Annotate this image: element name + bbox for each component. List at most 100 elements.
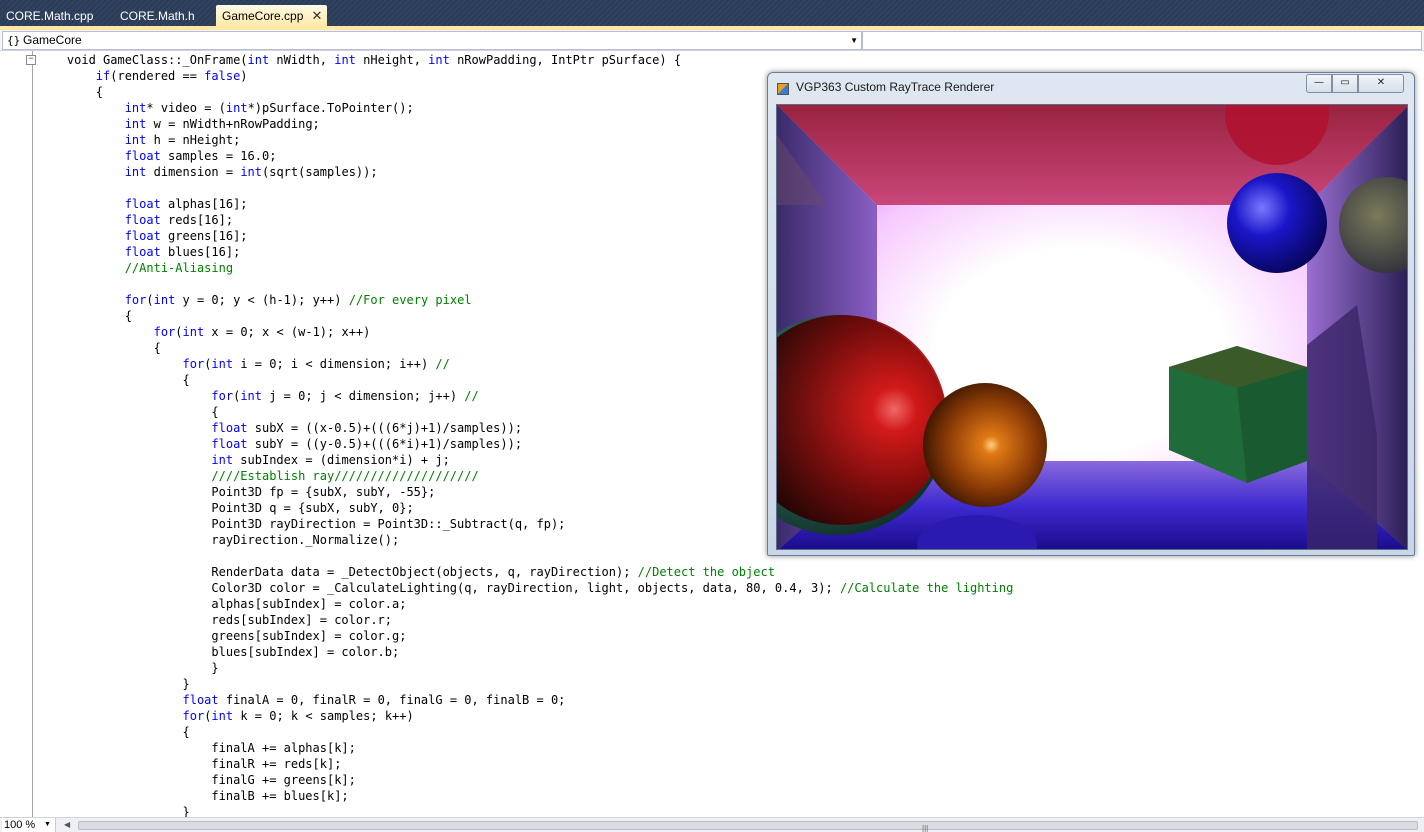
code-text: } (38, 805, 190, 817)
code-text: i = 0; i < dimension; i++) (233, 357, 436, 371)
code-text: alphas[subIndex] = color.a; (38, 597, 407, 611)
code-text: samples = 16.0; (160, 149, 277, 163)
code-line: void GameClass::_OnFrame(int nWidth, int… (38, 52, 1013, 68)
code-text: ) (240, 69, 248, 83)
code-keyword: int (225, 101, 248, 115)
code-keyword: int (211, 709, 234, 723)
close-icon[interactable]: ✕ (311, 5, 322, 27)
code-line: reds[subIndex] = color.r; (38, 612, 1013, 628)
code-line: } (38, 676, 1013, 692)
tab-label: CORE.Math.cpp (6, 9, 94, 23)
scope-label: GameCore (23, 33, 82, 47)
minimize-icon: — (1314, 77, 1324, 88)
code-line: finalB += blues[k]; (38, 788, 1013, 804)
code-text: ( (175, 325, 183, 339)
code-comment: // (435, 357, 450, 371)
code-text: greens[subIndex] = color.g; (38, 629, 407, 643)
code-text: reds[subIndex] = color.r; (38, 613, 393, 627)
code-line: greens[subIndex] = color.g; (38, 628, 1013, 644)
code-text: (rendered == (110, 69, 205, 83)
zoom-level-value: 100 % (4, 819, 36, 831)
code-text: subX = ((x-0.5)+(((6*j)+1)/samples)); (247, 421, 523, 435)
code-line: finalG += greens[k]; (38, 772, 1013, 788)
code-text: { (38, 341, 161, 355)
code-text: RenderData data = _DetectObject(objects,… (38, 565, 638, 579)
code-comment: //Calculate the lighting (839, 581, 1014, 595)
app-icon (777, 83, 789, 95)
horizontal-scrollbar-thumb[interactable]: ||| (78, 821, 1418, 832)
code-text: } (38, 661, 219, 675)
code-text: { (38, 85, 104, 99)
code-comment: //Anti-Aliasing (124, 261, 234, 275)
code-keyword: int (211, 357, 234, 371)
code-keyword: int (124, 101, 147, 115)
tab-core-math-h[interactable]: CORE.Math.h (114, 5, 201, 27)
scroll-left-arrow-icon[interactable]: ◀ (64, 818, 70, 832)
code-text: w = nWidth+nRowPadding; (146, 117, 320, 131)
maximize-button[interactable]: ▭ (1332, 74, 1358, 93)
code-text: void GameClass::_OnFrame( (38, 53, 248, 67)
code-keyword: float (124, 245, 161, 259)
code-text: (sqrt(samples)); (262, 165, 378, 179)
namespace-icon: {} (7, 34, 21, 47)
code-text: finalA += alphas[k]; (38, 741, 356, 755)
code-text: *)pSurface.ToPointer(); (247, 101, 414, 115)
code-text: subIndex = (dimension*i) + j; (233, 453, 450, 467)
code-text: Point3D q = {subX, subY, 0}; (38, 501, 414, 515)
close-button[interactable]: ✕ (1358, 74, 1404, 93)
code-keyword: float (211, 437, 248, 451)
code-text: reds[16]; (160, 213, 234, 227)
code-line: } (38, 660, 1013, 676)
code-line: RenderData data = _DetectObject(objects,… (38, 564, 1013, 580)
code-keyword: for (182, 357, 205, 371)
editor-status-bar: 100 % ▼ ◀ ||| (0, 817, 1424, 832)
raytrace-render-image (776, 104, 1408, 550)
code-keyword: if (95, 69, 111, 83)
code-text: greens[16]; (160, 229, 248, 243)
code-line: } (38, 804, 1013, 817)
outline-margin (32, 51, 33, 817)
orange-sphere (923, 383, 1047, 507)
code-keyword: int (240, 389, 262, 403)
code-keyword: int (334, 53, 356, 67)
code-text: alphas[16]; (160, 197, 248, 211)
code-keyword: for (124, 293, 147, 307)
close-icon: ✕ (1376, 77, 1386, 88)
tab-gamecore-cpp[interactable]: GameCore.cpp ✕ (216, 5, 328, 27)
maximize-icon: ▭ (1340, 77, 1350, 88)
code-text: * video = ( (146, 101, 226, 115)
code-comment: //For every pixel (348, 293, 472, 307)
code-text: subY = ((y-0.5)+(((6*i)+1)/samples)); (247, 437, 523, 451)
code-text: blues[16]; (160, 245, 241, 259)
tab-core-math-cpp[interactable]: CORE.Math.cpp (0, 5, 99, 27)
chevron-down-icon: ▼ (850, 36, 858, 45)
code-keyword: int (428, 53, 450, 67)
code-keyword: float (124, 213, 161, 227)
code-text: { (38, 405, 219, 419)
navigation-bar: {} GameCore ▼ (0, 30, 1424, 51)
raytrace-scene (777, 105, 1407, 549)
window-title: VGP363 Custom RayTrace Renderer (796, 80, 995, 94)
minimize-button[interactable]: — (1306, 74, 1332, 93)
member-dropdown[interactable] (862, 31, 1422, 50)
render-window[interactable]: VGP363 Custom RayTrace Renderer — ▭ ✕ (767, 72, 1415, 556)
document-tab-strip: CORE.Math.cpp CORE.Math.h GameCore.cpp ✕ (0, 0, 1424, 27)
code-text: finalR += reds[k]; (38, 757, 342, 771)
code-keyword: int (247, 53, 270, 67)
code-keyword: for (153, 325, 176, 339)
scope-dropdown[interactable]: {} GameCore ▼ (2, 31, 862, 50)
code-line: float finalA = 0, finalR = 0, finalG = 0… (38, 692, 1013, 708)
code-text: x = 0; x < (w-1); x++) (204, 325, 371, 339)
tab-label: GameCore.cpp (222, 9, 304, 23)
collapse-icon[interactable]: − (26, 55, 36, 65)
